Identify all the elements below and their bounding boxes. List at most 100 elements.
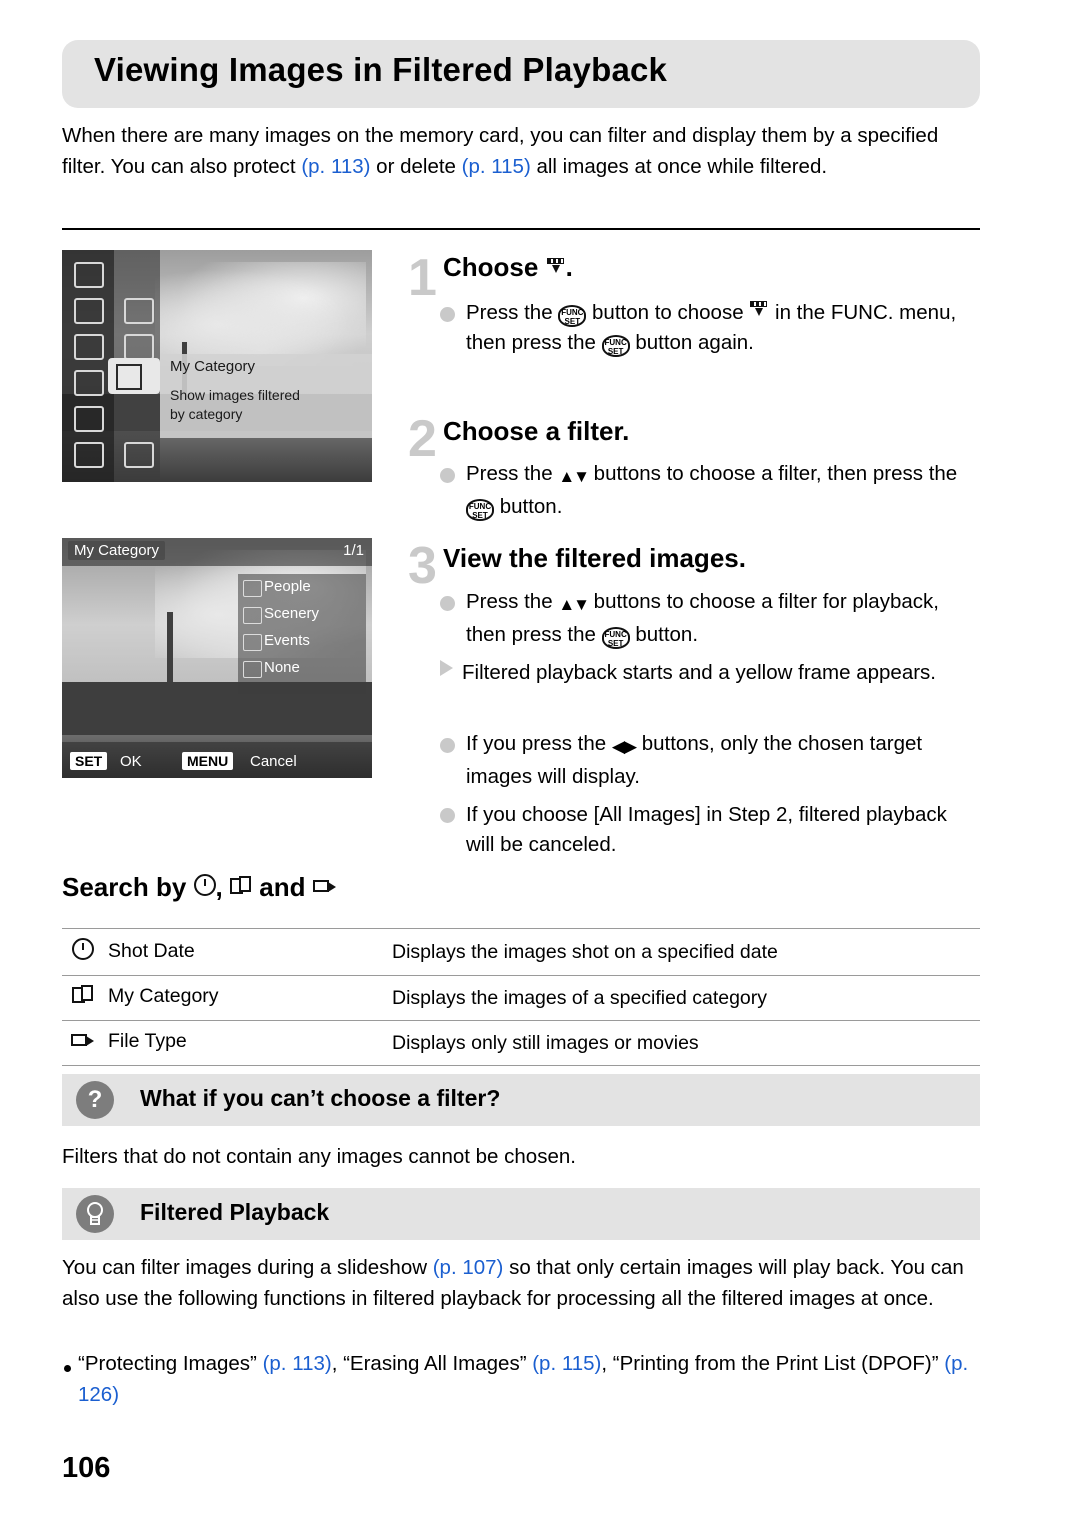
row-label-shot-date: Shot Date [108,940,195,962]
func-set-button-icon: FUNC SET [466,499,494,521]
filter-item-none[interactable]: None [264,659,300,676]
table-cell-desc: Displays only still images or movies [386,1020,980,1066]
step-3-text-2: Filtered playback starts and a yellow fr… [462,661,937,684]
tooltip-desc-line1: Show images filtered [170,387,300,403]
func-sub-icon-3[interactable] [124,442,154,468]
table-row: Shot Date Displays the images shot on a … [62,928,980,976]
table-cell-label: Shot Date [62,928,386,976]
tooltip-title: My Category [170,358,256,375]
tip-bullet-part1: “Protecting Images” [78,1352,263,1375]
step-1-text: Press the FUNC SET button to choose in th… [466,298,966,358]
step-3-heading: View the filtered images. [443,543,746,573]
func-icon-4[interactable] [74,370,104,396]
page-number: 106 [62,1452,111,1484]
func-set-button-icon: FUNC SET [601,335,630,357]
intro-text-part2: or delete [370,155,462,178]
tooltip-desc: Show images filtered by category [170,386,300,424]
func-sub-icon-2[interactable] [124,334,154,360]
callout-tip-bullet: “Protecting Images” (p. 113), “Erasing A… [78,1348,980,1410]
func-sub-icon-1[interactable] [124,298,154,324]
horizontal-divider [62,228,980,230]
table-cell-desc: Displays the images of a specified categ… [386,975,980,1021]
callout-question-heading: What if you can’t choose a filter? [140,1085,501,1111]
my-category-icon [116,364,142,390]
step-3-bullet-3 [440,808,455,823]
filter-list-panel: People Scenery Events None [238,574,366,694]
func-icon-1[interactable] [74,262,104,288]
tip-bullet-dot [64,1365,71,1372]
tooltip-desc-line2: by category [170,406,243,422]
callout-tip-box: Filtered Playback [62,1188,980,1240]
menu-key-label: Cancel [250,753,297,770]
search-by-and: and [259,872,306,902]
file-type-icon [68,1030,98,1056]
table-cell-desc: Displays the images shot on a specified … [386,928,980,976]
page-title: Viewing Images in Filtered Playback [94,51,668,88]
menu-key-badge: MENU [182,752,234,770]
step-3-text-1: Press the ▲▼ buttons to choose a filter … [466,587,978,650]
callout-question-body: Filters that do not contain any images c… [62,1145,576,1168]
search-by-heading: Search by , and [62,872,337,903]
table-cell-label: My Category [62,975,386,1021]
step-3-line3a: If you press the [466,732,607,755]
step-1-heading: Choose . [443,252,573,283]
step-3-arrow-bullet [440,660,453,676]
step-1-line1: Press the [466,301,553,324]
filter-item-events[interactable]: Events [264,632,310,649]
func-set-button-icon: FUNC SET [601,627,630,649]
search-by-label: Search by [62,872,187,902]
func-selected-item[interactable] [108,358,160,394]
tip-bullet-part2: , “Erasing All Images” [331,1352,533,1375]
page-ref-107[interactable]: (p. 107) [433,1256,504,1279]
tip-body-part1: You can filter images during a slideshow [62,1256,433,1279]
up-down-buttons-icon: ▲▼ [558,467,590,486]
up-down-buttons-icon: ▲▼ [558,595,590,614]
filter-item-people[interactable]: People [264,578,311,595]
set-key-badge: SET [70,752,108,770]
calendar-icon [68,938,98,966]
page-title-bar: Viewing Images in Filtered Playback [62,40,980,108]
step-2-text: Press the ▲▼ buttons to choose a filter,… [466,459,986,522]
step-1-heading-suffix: . [565,252,573,282]
step-2-line3: button. [499,495,563,518]
intro-paragraph: When there are many images on the memory… [62,120,982,182]
people-icon [243,580,262,597]
page-ref-115b[interactable]: (p. 115) [532,1352,601,1375]
page-ref-113[interactable]: (p. 113) [301,155,370,178]
camera-screen-filter-list: My Category 1/1 People Scenery Events No… [62,538,372,778]
callout-question-box: ? What if you can’t choose a filter? [62,1074,980,1126]
cn-tower [167,612,173,682]
lightbulb-icon [76,1195,114,1233]
step-3-bullet-1 [440,596,455,611]
scenery-icon [243,607,262,624]
func-tooltip: My Category Show images filtered by cate… [160,354,372,438]
search-filters-table: Shot Date Displays the images shot on a … [62,928,980,1066]
my-category-icon [230,876,252,896]
func-icon-6[interactable] [74,442,104,468]
page-ref-115[interactable]: (p. 115) [462,155,531,178]
step-1-line2: button to choose [592,301,744,324]
step-1-heading-text: Choose [443,252,539,282]
screen-category-label: My Category [68,541,166,560]
func-icon-3[interactable] [74,334,104,360]
step-3-line1c: button. [635,623,699,646]
step-1-number: 1 [408,249,437,307]
intro-text-part3: all images at once while filtered. [530,155,828,178]
page-ref-113b[interactable]: (p. 113) [263,1352,332,1375]
row-label-file-type: File Type [108,1030,187,1052]
step-1-line4: button again. [635,331,754,354]
search-by-comma: , [215,872,223,902]
file-type-icon [312,876,337,896]
func-icon-5[interactable] [74,406,104,432]
row-label-my-category: My Category [108,985,219,1007]
step-2-line2: buttons to choose a filter, then press t… [593,462,958,485]
table-row: My Category Displays the images of a spe… [62,975,980,1021]
step-2-bullet [440,468,455,483]
tip-bullet-part3: , “Printing from the Print List (DPOF)” [601,1352,945,1375]
filter-item-scenery[interactable]: Scenery [264,605,319,622]
screen-image-count: 1/1 [343,542,364,559]
camera-screen-func-menu: My Category Show images filtered by cate… [62,250,372,482]
func-icon-2[interactable] [74,298,104,324]
callout-tip-body: You can filter images during a slideshow… [62,1252,978,1314]
calendar-icon [193,874,216,896]
